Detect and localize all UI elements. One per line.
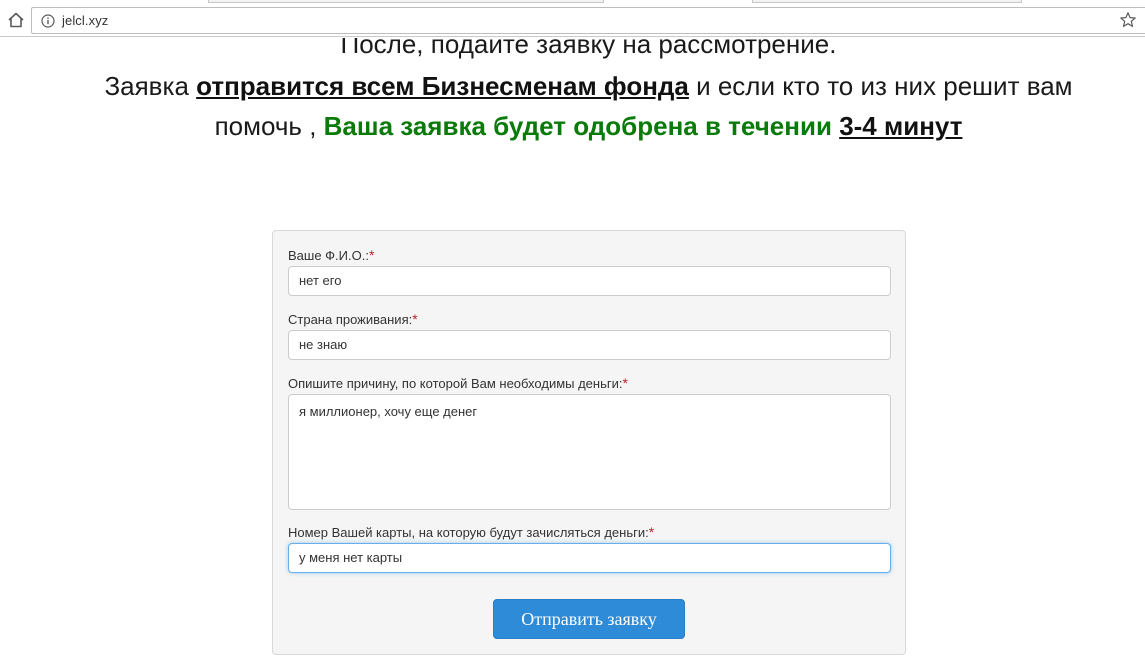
required-mark: * bbox=[648, 524, 655, 540]
application-form: Ваше Ф.И.О.:* нет его Страна проживания:… bbox=[272, 230, 906, 655]
intro-text: Заявка bbox=[104, 71, 197, 101]
intro-text: помочь , bbox=[214, 111, 324, 141]
approval-notice: Ваша заявка будет одобрена в течении bbox=[323, 111, 832, 141]
intro-text: и если кто то из них решит вам bbox=[688, 71, 1073, 101]
reason-label: Опишите причину, по которой Вам необходи… bbox=[288, 375, 628, 391]
name-label: Ваше Ф.И.О.:* bbox=[288, 247, 374, 263]
country-input[interactable]: не знаю bbox=[288, 330, 891, 360]
card-label: Номер Вашей карты, на которую будут зачи… bbox=[288, 524, 654, 540]
required-mark: * bbox=[412, 311, 418, 327]
address-bar[interactable]: jelcl.xyz bbox=[31, 7, 1145, 34]
required-mark: * bbox=[368, 247, 375, 263]
country-label-text: Страна проживания: bbox=[288, 312, 413, 327]
name-input[interactable]: нет его bbox=[288, 266, 891, 296]
info-icon[interactable] bbox=[41, 14, 55, 28]
card-number-input[interactable]: у меня нет карты bbox=[288, 543, 891, 573]
intro-emphasis: отправится всем Бизнесменам фонда bbox=[196, 71, 689, 101]
intro-line-1: После, подайте заявку на рассмотрение. bbox=[340, 38, 837, 59]
intro-line-3: помочь , Ваша заявка будет одобрена в те… bbox=[0, 106, 1145, 146]
reason-textarea[interactable]: я миллионер, хочу еще денег bbox=[288, 394, 891, 510]
reason-label-text: Опишите причину, по которой Вам необходи… bbox=[288, 376, 623, 391]
card-label-text: Номер Вашей карты, на которую будут зачи… bbox=[288, 525, 649, 540]
star-icon[interactable] bbox=[1119, 11, 1137, 29]
country-label: Страна проживания:* bbox=[288, 311, 418, 327]
browser-toolbar: jelcl.xyz bbox=[0, 4, 1145, 37]
page-content: После, подайте заявку на рассмотрение. З… bbox=[0, 38, 1145, 658]
submit-button[interactable]: Отправить заявку bbox=[493, 599, 685, 639]
home-icon bbox=[8, 12, 24, 28]
browser-tab[interactable] bbox=[752, 0, 1022, 3]
home-button[interactable] bbox=[6, 10, 26, 30]
required-mark: * bbox=[622, 375, 628, 391]
name-label-text: Ваше Ф.И.О.: bbox=[288, 248, 369, 263]
intro-line-2: Заявка отправится всем Бизнесменам фонда… bbox=[0, 66, 1145, 106]
browser-tab[interactable] bbox=[208, 0, 604, 3]
url-text[interactable]: jelcl.xyz bbox=[62, 13, 108, 28]
approval-time: 3-4 минут bbox=[839, 111, 963, 141]
